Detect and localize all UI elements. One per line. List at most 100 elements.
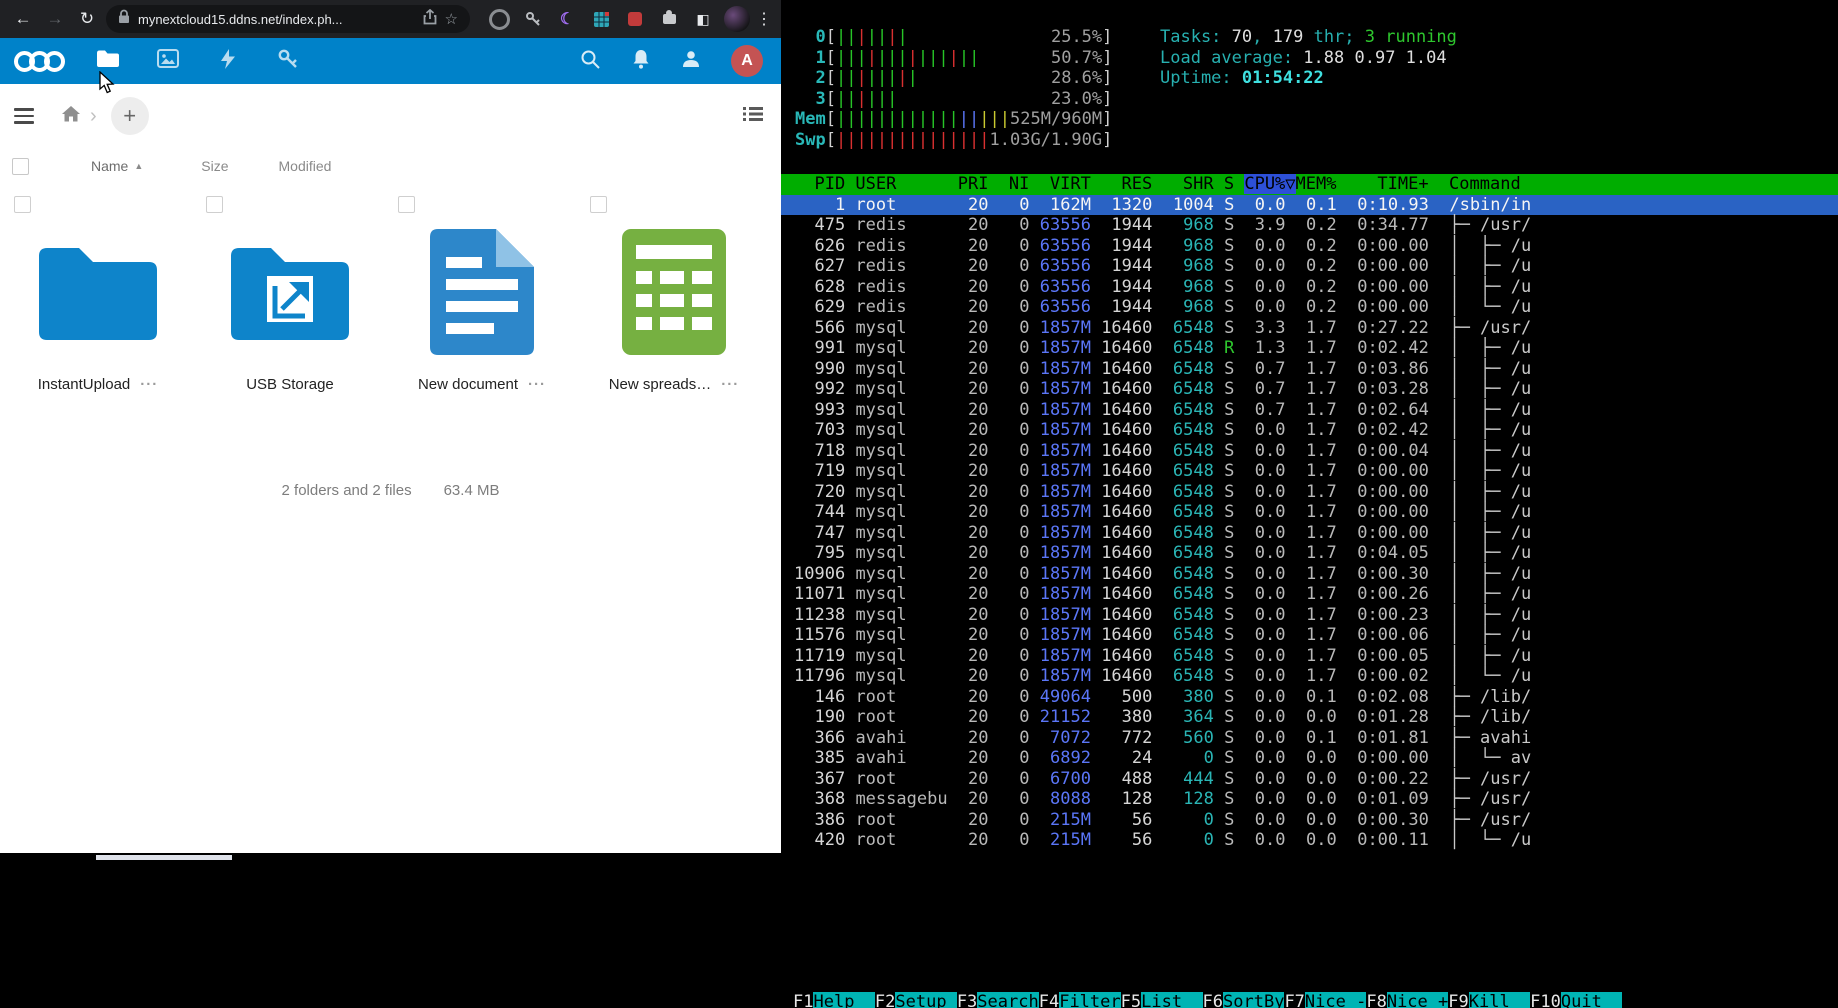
fkey-label[interactable]: SortBy: [1223, 992, 1285, 1008]
process-row[interactable]: 146 root 20 0 49064 500 380 S 0.0 0.1 0:…: [781, 687, 1838, 708]
breadcrumb-home-button[interactable]: [62, 105, 80, 127]
process-row[interactable]: 367 root 20 0 6700 488 444 S 0.0 0.0 0:0…: [781, 769, 1838, 790]
activity-app-button[interactable]: [215, 48, 241, 74]
new-file-button[interactable]: +: [110, 97, 149, 135]
file-tile-spreadsheet[interactable]: New spreads… ···: [578, 196, 770, 393]
process-row[interactable]: 10906 mysql 20 0 1857M 16460 6548 S 0.0 …: [781, 564, 1838, 585]
file-tile-document[interactable]: New document ···: [386, 196, 578, 393]
process-row[interactable]: 566 mysql 20 0 1857M 16460 6548 S 3.3 1.…: [781, 318, 1838, 339]
process-row[interactable]: 11238 mysql 20 0 1857M 16460 6548 S 0.0 …: [781, 605, 1838, 626]
select-all-checkbox[interactable]: [12, 157, 29, 175]
process-row[interactable]: 720 mysql 20 0 1857M 16460 6548 S 0.0 1.…: [781, 482, 1838, 503]
extension-grid-icon[interactable]: [586, 4, 616, 34]
url-text: mynextcloud15.ddns.net/index.ph...: [138, 11, 343, 27]
browser-profile-avatar[interactable]: [724, 6, 750, 32]
passwords-app-button[interactable]: [275, 48, 301, 74]
process-row[interactable]: 628 redis 20 0 63556 1944 968 S 0.0 0.2 …: [781, 277, 1838, 298]
process-row[interactable]: 747 mysql 20 0 1857M 16460 6548 S 0.0 1.…: [781, 523, 1838, 544]
contacts-button[interactable]: [681, 49, 701, 74]
column-header-modified[interactable]: Modified: [279, 158, 332, 174]
fkey-f7[interactable]: F7: [1284, 992, 1304, 1008]
file-tile-external-folder[interactable]: USB Storage: [194, 196, 386, 393]
fkey-f10[interactable]: F10: [1530, 992, 1561, 1008]
htop-function-bar[interactable]: F1 Help F2 Setup F3 Search F4 Filter F5 List F6…: [781, 992, 1623, 1008]
photos-app-button[interactable]: [155, 48, 181, 74]
search-button[interactable]: [579, 48, 601, 75]
screen: ← → ↻ mynextcloud15.ddns.net/index.ph...…: [0, 0, 1838, 1008]
process-row[interactable]: 190 root 20 0 21152 380 364 S 0.0 0.0 0:…: [781, 707, 1838, 728]
split-view-icon[interactable]: ◧: [688, 4, 718, 34]
extension-key-icon[interactable]: [518, 4, 548, 34]
extension-red-icon[interactable]: [620, 4, 650, 34]
fkey-f5[interactable]: F5: [1121, 992, 1141, 1008]
more-actions-button[interactable]: ···: [528, 376, 546, 393]
fkey-f3[interactable]: F3: [957, 992, 977, 1008]
fkey-f9[interactable]: F9: [1448, 992, 1468, 1008]
process-row[interactable]: 11071 mysql 20 0 1857M 16460 6548 S 0.0 …: [781, 584, 1838, 605]
fkey-label[interactable]: Search: [977, 992, 1039, 1008]
extension-badge-icon[interactable]: [484, 4, 514, 34]
column-header-name[interactable]: Name ▲: [91, 158, 143, 174]
process-row[interactable]: 475 redis 20 0 63556 1944 968 S 3.9 0.2 …: [781, 215, 1838, 236]
address-bar[interactable]: mynextcloud15.ddns.net/index.ph... ☆: [106, 5, 470, 33]
fkey-label[interactable]: Kill: [1468, 992, 1531, 1008]
more-actions-button[interactable]: ···: [721, 376, 739, 393]
process-row[interactable]: 992 mysql 20 0 1857M 16460 6548 S 0.7 1.…: [781, 379, 1838, 400]
process-row[interactable]: 1 root 20 0 162M 1320 1004 S 0.0 0.1 0:1…: [781, 194, 1838, 215]
file-checkbox[interactable]: [398, 196, 415, 213]
fkey-f4[interactable]: F4: [1039, 992, 1059, 1008]
fkey-label[interactable]: Help: [813, 992, 875, 1008]
htop-process-table[interactable]: PID USER PRI NI VIRT RES SHR S CPU%▽MEM%…: [781, 174, 1838, 851]
process-row[interactable]: 366 avahi 20 0 7072 772 560 S 0.0 0.1 0:…: [781, 728, 1838, 749]
fkey-label[interactable]: Nice -: [1304, 992, 1367, 1008]
process-row[interactable]: 385 avahi 20 0 6892 24 0 S 0.0 0.0 0:00.…: [781, 748, 1838, 769]
file-checkbox[interactable]: [590, 196, 607, 213]
fkey-f2[interactable]: F2: [875, 992, 895, 1008]
process-row[interactable]: 990 mysql 20 0 1857M 16460 6548 S 0.7 1.…: [781, 359, 1838, 380]
fkey-f1[interactable]: F1: [793, 992, 813, 1008]
process-row[interactable]: 719 mysql 20 0 1857M 16460 6548 S 0.0 1.…: [781, 461, 1838, 482]
nextcloud-logo[interactable]: [14, 50, 65, 72]
process-row[interactable]: 718 mysql 20 0 1857M 16460 6548 S 0.0 1.…: [781, 441, 1838, 462]
file-tile-folder[interactable]: InstantUpload ···: [2, 196, 194, 393]
process-row[interactable]: 795 mysql 20 0 1857M 16460 6548 S 0.0 1.…: [781, 543, 1838, 564]
forward-button[interactable]: →: [42, 6, 68, 32]
fkey-f8[interactable]: F8: [1366, 992, 1386, 1008]
more-actions-button[interactable]: ···: [140, 376, 158, 393]
view-toggle-button[interactable]: [743, 106, 763, 127]
reload-button[interactable]: ↻: [74, 6, 100, 32]
process-row[interactable]: 368 messagebu 20 0 8088 128 128 S 0.0 0.…: [781, 789, 1838, 810]
process-row[interactable]: 11576 mysql 20 0 1857M 16460 6548 S 0.0 …: [781, 625, 1838, 646]
notifications-bell-button[interactable]: [631, 48, 651, 75]
fkey-label[interactable]: Setup: [895, 992, 957, 1008]
process-row[interactable]: 629 redis 20 0 63556 1944 968 S 0.0 0.2 …: [781, 297, 1838, 318]
fkey-label[interactable]: Filter: [1059, 992, 1121, 1008]
process-row[interactable]: 744 mysql 20 0 1857M 16460 6548 S 0.0 1.…: [781, 502, 1838, 523]
process-row[interactable]: 11796 mysql 20 0 1857M 16460 6548 S 0.0 …: [781, 666, 1838, 687]
process-row[interactable]: 11719 mysql 20 0 1857M 16460 6548 S 0.0 …: [781, 646, 1838, 667]
file-checkbox[interactable]: [14, 196, 31, 213]
dark-reader-moon-icon[interactable]: ☾: [552, 4, 582, 34]
process-row[interactable]: 420 root 20 0 215M 56 0 S 0.0 0.0 0:00.1…: [781, 830, 1838, 851]
process-row[interactable]: 386 root 20 0 215M 56 0 S 0.0 0.0 0:00.3…: [781, 810, 1838, 831]
share-icon[interactable]: [423, 8, 437, 30]
process-row[interactable]: 703 mysql 20 0 1857M 16460 6548 S 0.0 1.…: [781, 420, 1838, 441]
bookmark-star-icon[interactable]: ☆: [445, 10, 458, 28]
mouse-cursor: [98, 70, 118, 100]
process-row[interactable]: 991 mysql 20 0 1857M 16460 6548 R 1.3 1.…: [781, 338, 1838, 359]
column-header-size[interactable]: Size: [201, 158, 228, 174]
browser-menu-button[interactable]: ⋮: [756, 9, 772, 29]
file-checkbox[interactable]: [206, 196, 223, 213]
extensions-puzzle-icon[interactable]: [654, 4, 684, 34]
fkey-label[interactable]: Quit: [1560, 992, 1623, 1008]
sort-ascending-icon: ▲: [134, 161, 144, 171]
process-row[interactable]: 993 mysql 20 0 1857M 16460 6548 S 0.7 1.…: [781, 400, 1838, 421]
user-avatar[interactable]: A: [731, 45, 763, 77]
fkey-label[interactable]: List: [1141, 992, 1203, 1008]
fkey-f6[interactable]: F6: [1203, 992, 1223, 1008]
back-button[interactable]: ←: [10, 6, 36, 32]
fkey-label[interactable]: Nice +: [1386, 992, 1449, 1008]
navigation-toggle-button[interactable]: [14, 108, 34, 124]
process-row[interactable]: 626 redis 20 0 63556 1944 968 S 0.0 0.2 …: [781, 236, 1838, 257]
process-row[interactable]: 627 redis 20 0 63556 1944 968 S 0.0 0.2 …: [781, 256, 1838, 277]
